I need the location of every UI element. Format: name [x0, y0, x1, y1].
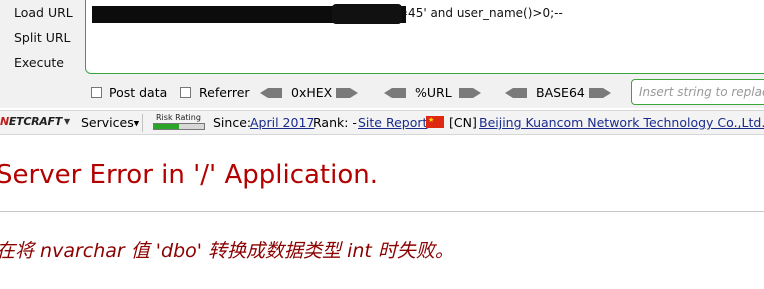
url-text: =45' and user_name()>0;-- — [398, 6, 563, 20]
url-label: %URL — [415, 85, 452, 100]
redacted-url-part-2 — [332, 4, 402, 24]
load-url-button[interactable]: Load URL — [0, 3, 80, 23]
since-date-link[interactable]: April 2017 — [250, 115, 314, 130]
risk-rating-bar — [153, 123, 205, 130]
hex-encode-right-icon[interactable] — [336, 88, 358, 98]
url-encode-right-icon[interactable] — [459, 88, 481, 98]
services-menu[interactable]: Services▼ — [81, 115, 139, 130]
url-decode-left-icon[interactable] — [384, 88, 406, 98]
split-url-label: Split URL — [14, 30, 71, 45]
error-page-title: Server Error in '/' Application. — [0, 160, 378, 190]
toolbar-divider — [142, 114, 143, 132]
split-url-button[interactable]: Split URL — [0, 28, 80, 48]
referrer-checkbox[interactable] — [180, 87, 191, 98]
insert-string-field[interactable] — [631, 79, 764, 105]
error-divider — [0, 211, 764, 212]
since-label: Since: — [213, 115, 252, 130]
post-data-checkbox[interactable] — [91, 87, 102, 98]
netcraft-logo[interactable]: NETCRAFT — [0, 115, 62, 128]
risk-rating-meter[interactable]: Risk Rating — [152, 113, 206, 131]
hex-decode-left-icon[interactable] — [260, 88, 282, 98]
risk-rating-label: Risk Rating — [156, 113, 201, 122]
netcraft-toolbar: NETCRAFT ▼ Services▼ Risk Rating Since: … — [0, 110, 764, 135]
site-report-link[interactable]: Site Report — [358, 115, 427, 130]
base64-encode-right-icon[interactable] — [589, 88, 611, 98]
hex-label: 0xHEX — [291, 85, 333, 100]
execute-button[interactable]: Execute — [0, 53, 80, 73]
insert-string-input[interactable] — [637, 84, 764, 100]
referrer-label: Referrer — [199, 85, 250, 100]
error-message: 在将 nvarchar 值 'dbo' 转换成数据类型 int 时失败。 — [0, 240, 454, 262]
load-url-label: Load URL — [14, 5, 73, 20]
rank-label: Rank: - — [313, 115, 357, 130]
base64-decode-left-icon[interactable] — [505, 88, 527, 98]
execute-label: Execute — [14, 55, 64, 70]
hackbar-panel: Load URL Split URL Execute =45' and user… — [0, 0, 764, 108]
china-flag-icon: ★ — [426, 116, 444, 128]
url-textarea[interactable]: =45' and user_name()>0;-- — [85, 0, 764, 74]
netcraft-dropdown-icon[interactable]: ▼ — [64, 117, 70, 126]
hoster-link[interactable]: Beijing Kuancom Network Technology Co.,L… — [479, 115, 764, 130]
post-data-label: Post data — [109, 85, 168, 100]
country-code: [CN] — [449, 115, 477, 130]
base64-label: BASE64 — [536, 85, 585, 100]
